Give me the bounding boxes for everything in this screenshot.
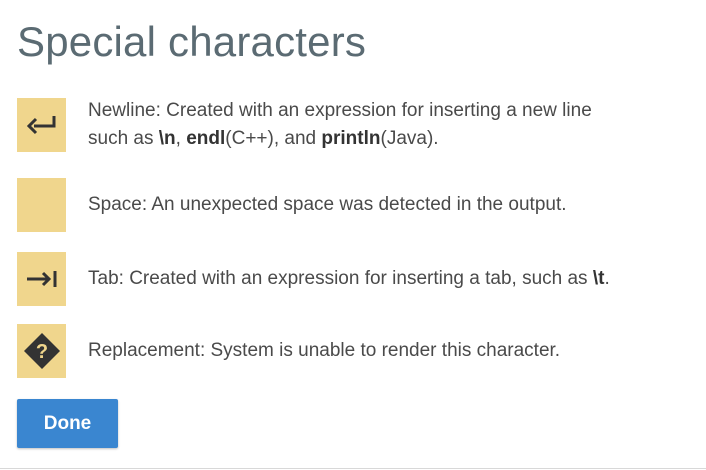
legend-item-newline: Newline: Created with an expression for … (17, 97, 697, 153)
newline-text-prefix: such as (88, 128, 159, 149)
tab-text: Tab: Created with an expression for inse… (88, 268, 593, 289)
newline-text-java: (Java). (380, 128, 439, 149)
newline-code-n: \n (158, 128, 176, 149)
newline-return-icon (26, 116, 55, 135)
replacement-description: Replacement: System is unable to render … (88, 340, 561, 361)
legend-item-space: Space: An unexpected space was detected … (17, 178, 697, 232)
special-characters-dialog: Special characters Newline: Created with… (0, 0, 706, 469)
tab-text-end: . (604, 268, 610, 289)
replacement-question-diamond-icon: ? (23, 333, 60, 369)
done-button[interactable]: Done (17, 399, 118, 448)
tab-description: Tab: Created with an expression for inse… (88, 265, 610, 293)
legend-item-replacement: ? Replacement: System is unable to rende… (17, 324, 697, 378)
replacement-swatch: ? (17, 324, 66, 378)
newline-code-println: println (321, 128, 381, 149)
newline-text-sep: , (175, 128, 187, 149)
legend-item-tab: Tab: Created with an expression for inse… (17, 252, 697, 306)
space-blank-icon (17, 178, 66, 232)
tab-arrow-icon (26, 271, 56, 287)
tab-code-t: \t (592, 268, 605, 289)
newline-text-line1: Newline: Created with an expression for … (88, 100, 592, 121)
svg-text:?: ? (35, 341, 47, 363)
newline-text-cpp: (C++), and (225, 128, 322, 149)
space-description: Space: An unexpected space was detected … (88, 194, 567, 215)
newline-description: Newline: Created with an expression for … (88, 97, 592, 153)
dialog-title: Special characters (17, 18, 367, 65)
tab-swatch (17, 252, 66, 306)
newline-code-endl: endl (186, 128, 226, 149)
newline-swatch (17, 98, 66, 152)
